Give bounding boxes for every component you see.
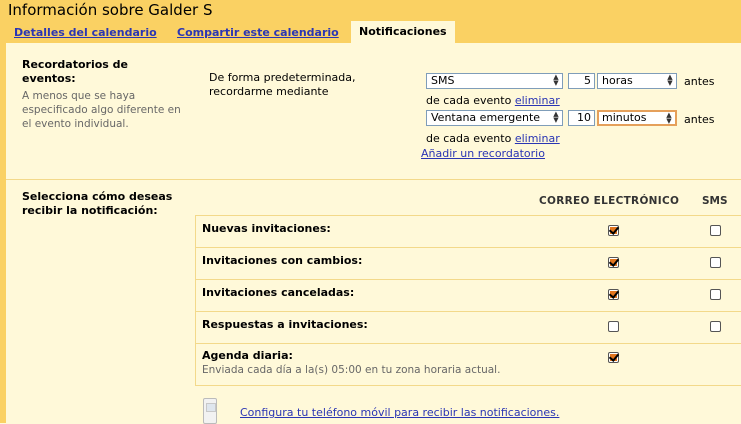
changed-invitations-email-checkbox[interactable] (608, 257, 619, 268)
row-label-cancelled-invitations: Invitaciones canceladas: (202, 286, 355, 299)
reminder-2-unit-select[interactable]: minutos ▲ ▼ (597, 110, 677, 126)
reminders-heading: Recordatorios de eventos: (22, 58, 128, 86)
reminder-1-tail: de cada evento eliminar (426, 94, 560, 107)
tab-share-calendar[interactable]: Compartir este calendario (177, 24, 339, 41)
row-label-new-invitations: Nuevas invitaciones: (202, 222, 331, 235)
reminder-2-tail: de cada evento eliminar (426, 132, 560, 145)
reminder-2-method-select[interactable]: Ventana emergente ▲ ▼ (426, 110, 563, 126)
notifications-heading: Selecciona cómo deseas recibir la notifi… (22, 190, 173, 217)
page-title: Información sobre Galder S (8, 1, 213, 19)
row-divider (195, 385, 741, 386)
new-invitations-sms-checkbox[interactable] (710, 225, 721, 236)
select-arrows-icon: ▲ ▼ (553, 73, 559, 87)
reminders-heading-line1: Recordatorios de (22, 58, 129, 71)
new-invitations-email-checkbox[interactable] (608, 225, 619, 236)
table-left-border (195, 215, 196, 385)
reminder-2-tail-text: de cada evento (426, 132, 512, 145)
daily-agenda-description: Enviada cada día a la(s) 05:00 en tu zon… (202, 364, 501, 376)
select-arrows-icon: ▲ ▼ (666, 111, 672, 125)
row-divider (195, 215, 741, 216)
configure-phone-link[interactable]: Configura tu teléfono móvil para recibir… (240, 406, 559, 419)
invitation-replies-email-checkbox[interactable] (608, 321, 619, 332)
col-header-email: CORREO ELECTRÓNICO (539, 195, 680, 207)
notifications-panel: Recordatorios de eventos: A menos que se… (0, 43, 741, 424)
row-label-changed-invitations: Invitaciones con cambios: (202, 254, 363, 267)
row-divider (195, 279, 741, 280)
add-reminder-link[interactable]: Añadir un recordatorio (421, 147, 545, 160)
tab-bar: Detalles del calendario Compartir este c… (0, 21, 741, 43)
section-divider (6, 179, 741, 180)
row-label-invitation-replies: Respuestas a invitaciones: (202, 318, 368, 331)
default-reminder-label: De forma predeterminada, recordarme medi… (209, 71, 356, 98)
row-divider (195, 343, 741, 344)
reminder-2-unit-value: minutos (602, 111, 647, 124)
reminder-1-method-select[interactable]: SMS ▲ ▼ (426, 73, 563, 89)
reminder-2-method-value: Ventana emergente (431, 111, 541, 124)
tab-calendar-details[interactable]: Detalles del calendario (14, 24, 157, 41)
cancelled-invitations-sms-checkbox[interactable] (710, 289, 721, 300)
col-header-sms: SMS (702, 195, 728, 207)
tab-notifications[interactable]: Notificaciones (351, 21, 455, 43)
reminder-2-remove-link[interactable]: eliminar (515, 132, 560, 145)
reminder-2-amount-input[interactable]: 10 (568, 110, 595, 126)
reminders-description: A menos que se haya especificado algo di… (22, 90, 181, 130)
daily-agenda-email-checkbox[interactable] (608, 352, 619, 363)
reminder-1-method-value: SMS (431, 74, 455, 87)
mobile-phone-icon (203, 398, 217, 424)
select-arrows-icon: ▲ ▼ (667, 73, 673, 87)
changed-invitations-sms-checkbox[interactable] (710, 257, 721, 268)
reminder-1-remove-link[interactable]: eliminar (515, 94, 560, 107)
reminder-1-unit-value: horas (602, 74, 633, 87)
reminder-1-unit-select[interactable]: horas ▲ ▼ (597, 73, 677, 89)
cancelled-invitations-email-checkbox[interactable] (608, 289, 619, 300)
invitation-replies-sms-checkbox[interactable] (710, 321, 721, 332)
row-divider (195, 247, 741, 248)
reminder-2-suffix: antes (684, 113, 715, 126)
reminder-1-tail-text: de cada evento (426, 94, 512, 107)
reminder-1-amount-input[interactable]: 5 (568, 73, 595, 89)
select-arrows-icon: ▲ ▼ (553, 110, 559, 124)
title-bar: Información sobre Galder S (0, 0, 741, 21)
reminder-1-suffix: antes (684, 75, 715, 88)
row-divider (195, 311, 741, 312)
row-label-daily-agenda: Agenda diaria: (202, 349, 293, 362)
reminders-heading-line2: eventos: (22, 72, 76, 85)
